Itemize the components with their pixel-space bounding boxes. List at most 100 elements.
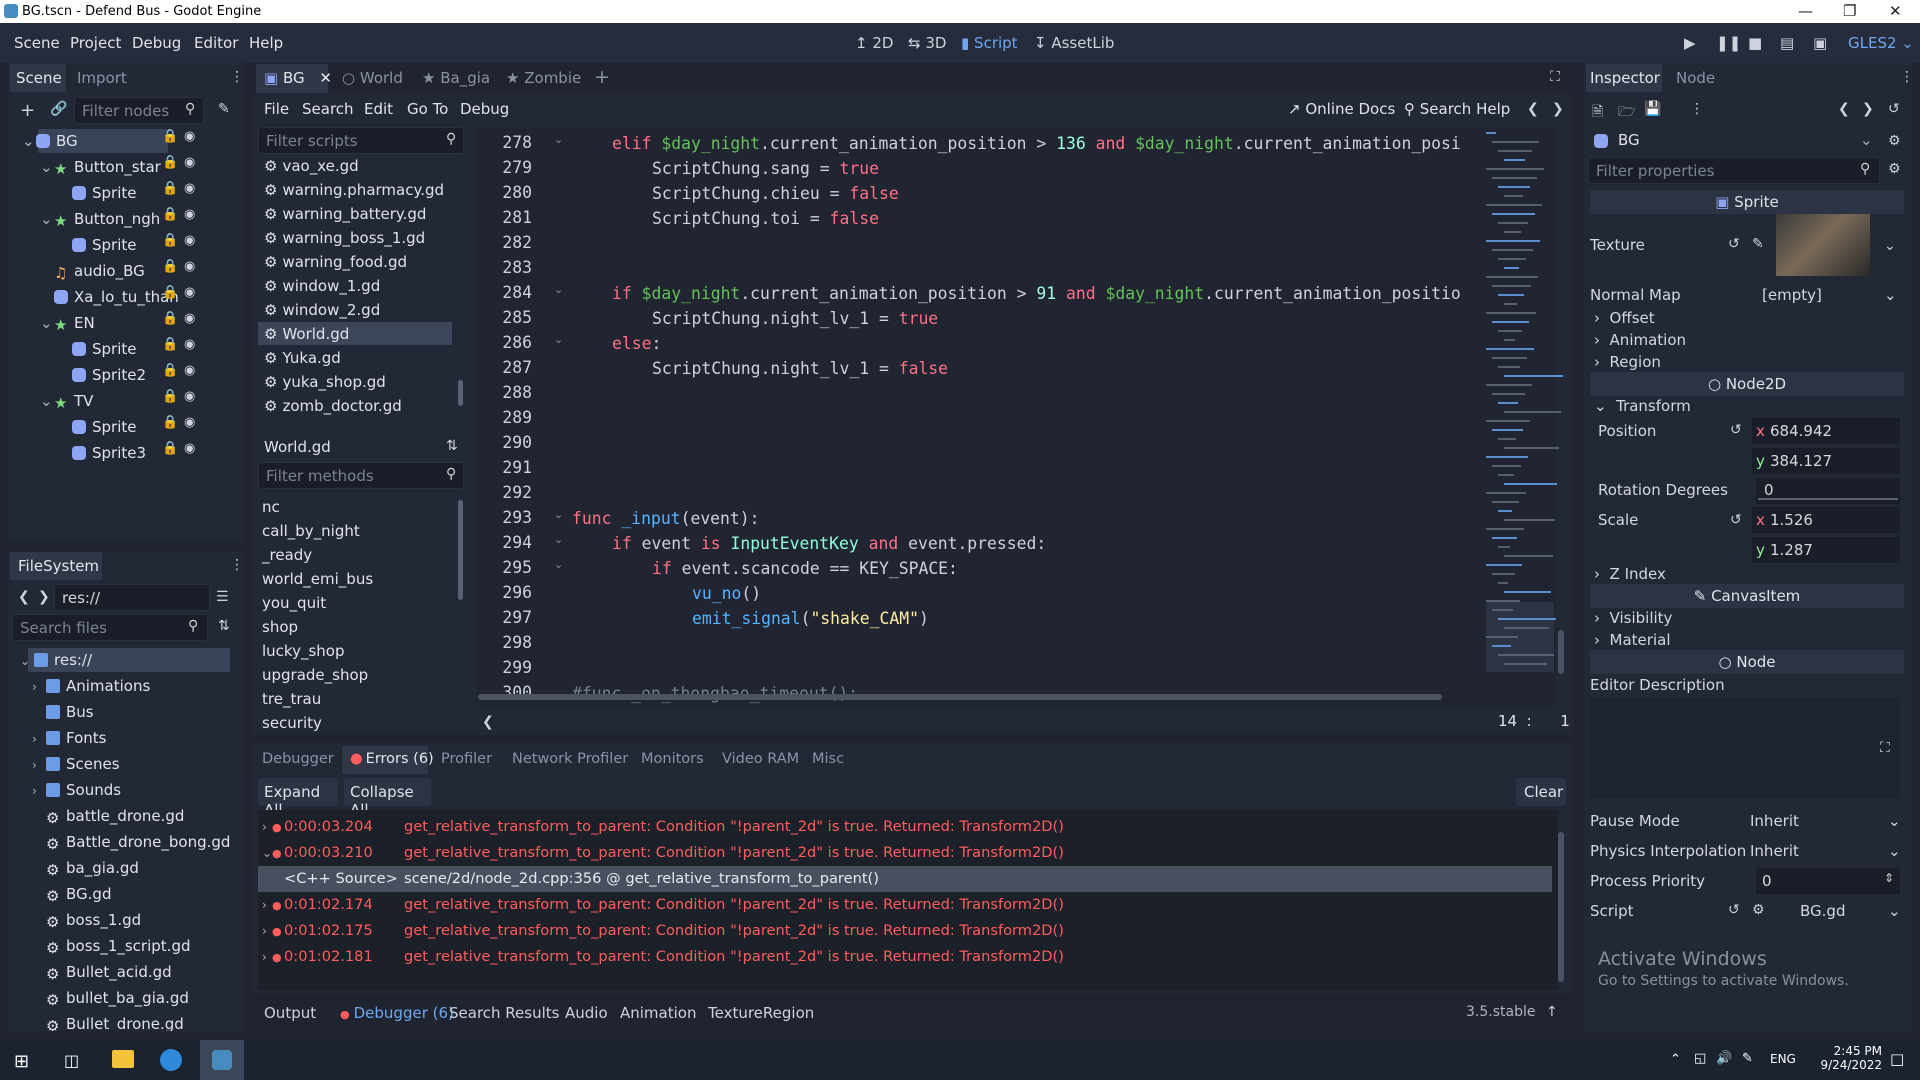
normal-map-picker[interactable]: [empty] ⌄ xyxy=(1748,286,1898,304)
mode-script-button[interactable]: ▮ Script xyxy=(961,34,1018,52)
position-y-field[interactable]: y 384.127 xyxy=(1752,448,1900,474)
file-item[interactable]: ⚙ ba_gia.gd xyxy=(32,856,139,880)
lock-icon[interactable]: 🔒 xyxy=(162,389,178,404)
physics-interpolation-select[interactable]: Inherit ⌄ xyxy=(1750,842,1901,860)
tab-node[interactable]: Node xyxy=(1676,69,1715,87)
back-arrow-icon[interactable]: ❮ xyxy=(18,589,30,605)
method-list-item[interactable]: world_emi_bus xyxy=(262,567,373,591)
revert-icon[interactable]: ↺ xyxy=(1728,902,1740,918)
script-list-item[interactable]: ⚙ World.gd xyxy=(264,322,349,346)
method-list-item[interactable]: you_quit xyxy=(262,591,326,615)
bottom-panel-tab[interactable]: Search Results xyxy=(449,1004,559,1022)
folder-item[interactable]: › Sounds xyxy=(32,778,121,802)
revert-icon[interactable]: ↺ xyxy=(1728,236,1740,252)
tab-zombie-scene[interactable]: ★ Zombie xyxy=(506,69,581,87)
scene-tree-item[interactable]: Sprite xyxy=(58,337,137,361)
volume-icon[interactable]: 🔊 xyxy=(1716,1051,1732,1066)
scale-x-field[interactable]: x 1.526 xyxy=(1752,507,1900,533)
layout-toggle-icon[interactable]: ☰ xyxy=(216,589,229,605)
scene-tree-item[interactable]: Sprite xyxy=(58,415,137,439)
godot-taskbar-button[interactable] xyxy=(200,1040,244,1080)
lock-icon[interactable]: 🔒 xyxy=(162,415,178,430)
visibility-eye-icon[interactable]: ◉ xyxy=(184,181,195,196)
lock-icon[interactable]: 🔒 xyxy=(162,233,178,248)
tab-bg-scene[interactable]: ▣ BG ✕ xyxy=(264,69,332,87)
mode-assetlib-button[interactable]: ↧ AssetLib xyxy=(1034,34,1114,52)
mode-2d-button[interactable]: ↥ 2D xyxy=(855,34,893,52)
property-settings-icon[interactable]: ⚙ xyxy=(1888,161,1901,177)
tab-world-scene[interactable]: ○ World xyxy=(342,69,403,87)
lock-icon[interactable]: 🔒 xyxy=(162,259,178,274)
folder-item[interactable]: › Scenes xyxy=(32,752,120,776)
method-list-item[interactable]: _ready xyxy=(262,543,312,567)
debugger-tab[interactable]: Network Profiler xyxy=(512,751,628,767)
visibility-eye-icon[interactable]: ◉ xyxy=(184,259,195,274)
scene-tree-item[interactable]: ♫ audio_BG xyxy=(40,259,145,283)
new-resource-icon[interactable]: 🗎 xyxy=(1592,101,1603,125)
file-explorer-icon[interactable] xyxy=(112,1050,134,1068)
chevron-down-icon[interactable]: ⌄ xyxy=(40,389,54,413)
script-list-item[interactable]: ⚙ warning.pharmacy.gd xyxy=(264,178,444,202)
script-menu-goto[interactable]: Go To xyxy=(407,100,448,118)
chevron-down-icon[interactable]: ⌄ xyxy=(1884,238,1896,254)
stop-icon[interactable]: ■ xyxy=(1748,34,1762,52)
scene-tree-item[interactable]: Xa_lo_tu_than xyxy=(40,285,179,309)
debugger-tab[interactable]: Monitors xyxy=(641,751,704,767)
file-item[interactable]: ⚙ boss_1.gd xyxy=(32,908,141,932)
animation-group[interactable]: › Animation xyxy=(1594,331,1686,349)
forward-arrow-icon[interactable]: ❯ xyxy=(38,589,50,605)
chevron-down-icon[interactable]: ⌄ xyxy=(40,207,54,231)
play-custom-icon[interactable]: ▣ xyxy=(1813,34,1827,52)
lock-icon[interactable]: 🔒 xyxy=(162,337,178,352)
error-row[interactable]: › ● 0:01:02.181 get_relative_transform_to_p… xyxy=(262,944,1064,970)
filter-methods-input[interactable]: Filter methods xyxy=(258,462,464,489)
sort-methods-icon[interactable]: ⇅ xyxy=(446,438,458,454)
folder-item[interactable]: Bus xyxy=(32,700,94,724)
code-vscrollbar[interactable] xyxy=(1558,630,1564,674)
pause-icon[interactable]: ❚❚ xyxy=(1716,34,1741,52)
tab-ba-gia-scene[interactable]: ★ Ba_gia xyxy=(422,69,490,87)
edit-texture-icon[interactable]: ✎ xyxy=(1752,236,1764,252)
notifications-icon[interactable]: □ xyxy=(1890,1050,1904,1068)
script-picker[interactable]: BG.gd ⌄ xyxy=(1800,902,1901,920)
pen-icon[interactable]: ✎ xyxy=(1742,1051,1753,1066)
script-list-item[interactable]: ⚙ window_1.gd xyxy=(264,274,380,298)
debugger-tab[interactable]: ● Errors (6) xyxy=(350,751,434,767)
play-scene-icon[interactable]: ▤ xyxy=(1780,34,1794,52)
debugger-tab[interactable]: Misc xyxy=(812,751,844,767)
scene-tree-item[interactable]: ⌄★ Button_star xyxy=(40,155,161,179)
tab-filesystem[interactable]: FileSystem xyxy=(18,557,99,575)
position-x-field[interactable]: x 684.942 xyxy=(1752,418,1900,444)
lock-icon[interactable]: 🔒 xyxy=(162,129,178,144)
chevron-down-icon[interactable]: ⌄ xyxy=(40,155,54,179)
code-minimap[interactable] xyxy=(1486,132,1563,677)
kebab-menu-icon[interactable]: ⋮ xyxy=(1900,69,1914,85)
kebab-menu-icon[interactable]: ⋮ xyxy=(230,557,244,573)
revert-icon[interactable]: ↺ xyxy=(1730,512,1742,528)
language-indicator[interactable]: ENG xyxy=(1770,1052,1796,1066)
error-source-row[interactable]: <C++ Source> scene/2d/node_2d.cpp:356 @ g… xyxy=(262,866,879,892)
code-area[interactable]: elif $day_night.current_animation_positi… xyxy=(476,127,1556,707)
folder-item[interactable]: ⌄ res:// xyxy=(20,648,92,672)
editor-description-field[interactable] xyxy=(1590,698,1900,798)
history-forward-icon[interactable]: ❯ xyxy=(1862,101,1874,117)
minimize-icon[interactable]: — xyxy=(1798,2,1813,20)
pause-mode-select[interactable]: Inherit ⌄ xyxy=(1750,812,1901,830)
clear-button[interactable]: Clear xyxy=(1516,778,1566,806)
chevron-down-icon[interactable]: ⌄ xyxy=(40,311,54,335)
code-hscrollbar[interactable] xyxy=(478,694,1442,700)
history-icon[interactable]: ↺ xyxy=(1888,101,1900,117)
history-back-icon[interactable]: ❮ xyxy=(1838,101,1850,117)
scene-tree-item[interactable]: Sprite2 xyxy=(58,363,146,387)
file-item[interactable]: ⚙ battle_drone.gd xyxy=(32,804,184,828)
task-view-icon[interactable]: ◫ xyxy=(64,1051,79,1070)
file-item[interactable]: ⚙ Battle_drone_bong.gd xyxy=(32,830,230,854)
tab-import[interactable]: Import xyxy=(77,69,127,87)
bottom-panel-tab[interactable]: Animation xyxy=(620,1004,696,1022)
tab-scene[interactable]: Scene xyxy=(16,69,62,87)
visibility-eye-icon[interactable]: ◉ xyxy=(184,233,195,248)
network-icon[interactable]: ◱ xyxy=(1694,1051,1706,1066)
z-index-group[interactable]: › Z Index xyxy=(1594,565,1666,583)
lock-icon[interactable]: 🔒 xyxy=(162,155,178,170)
filter-properties-input[interactable]: Filter properties xyxy=(1588,157,1880,184)
